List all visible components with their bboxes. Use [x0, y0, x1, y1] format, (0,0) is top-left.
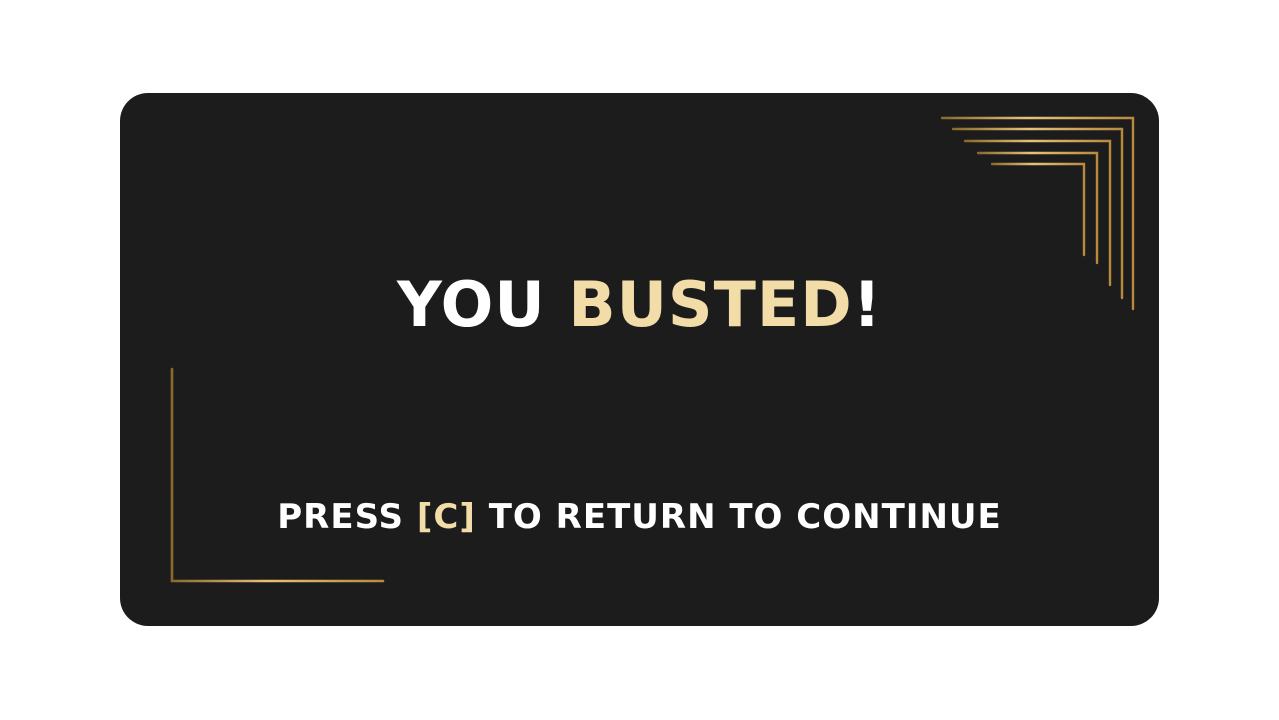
title-highlight: BUSTED	[568, 268, 853, 341]
busted-dialog: YOU BUSTED! PRESS [C] TO RETURN TO CONTI…	[120, 93, 1159, 626]
bottom-left-gold-corner-icon	[140, 325, 428, 613]
game-screen: YOU BUSTED! PRESS [C] TO RETURN TO CONTI…	[0, 0, 1279, 720]
instruction-prefix: PRESS	[277, 497, 417, 537]
corner-ornaments	[140, 116, 1135, 613]
title-suffix: !	[852, 268, 882, 341]
busted-title: YOU BUSTED!	[120, 265, 1159, 345]
continue-key-hint[interactable]: [C]	[417, 497, 476, 537]
instruction-suffix: TO RETURN TO CONTINUE	[475, 497, 1002, 537]
continue-instruction: PRESS [C] TO RETURN TO CONTINUE	[120, 493, 1159, 541]
title-prefix: YOU	[397, 268, 569, 341]
